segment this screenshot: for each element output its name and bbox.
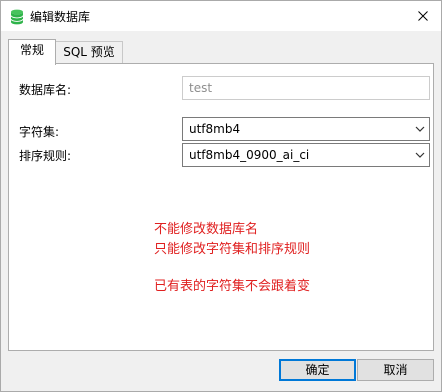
db-name-label: 数据库名: [19, 83, 72, 97]
charset-value: utf8mb4 [189, 122, 241, 136]
tab-general[interactable]: 常规 [8, 39, 56, 65]
chevron-down-icon [415, 126, 425, 132]
general-panel: 数据库名: test 字符集: utf8mb4 排序规则: utf8mb4_09… [8, 63, 434, 351]
collation-select[interactable]: utf8mb4_0900_ai_ci [182, 143, 430, 167]
chevron-down-icon [415, 152, 425, 158]
tab-strip: 常规 SQL 预览 [1, 31, 441, 65]
collation-label: 排序规则: [19, 149, 72, 163]
note-line-1: 不能修改数据库名 [154, 222, 259, 237]
database-icon [10, 9, 24, 25]
edit-database-dialog: 编辑数据库 常规 SQL 预览 数据库名: test 字符集: utf8mb4 … [0, 0, 442, 392]
charset-select[interactable]: utf8mb4 [182, 117, 430, 141]
cancel-button[interactable]: 取消 [357, 359, 434, 381]
title-bar[interactable]: 编辑数据库 [1, 1, 441, 31]
note-line-3: 已有表的字符集不会跟着变 [154, 279, 311, 294]
note-line-2: 只能修改字符集和排序规则 [154, 242, 311, 257]
ok-button[interactable]: 确定 [279, 359, 356, 381]
collation-value: utf8mb4_0900_ai_ci [189, 148, 310, 162]
window-title: 编辑数据库 [30, 10, 91, 24]
close-icon [418, 11, 428, 21]
close-button[interactable] [405, 1, 441, 31]
db-name-input[interactable]: test [182, 76, 430, 100]
tab-sql-preview[interactable]: SQL 预览 [55, 41, 123, 64]
charset-label: 字符集: [19, 125, 60, 139]
